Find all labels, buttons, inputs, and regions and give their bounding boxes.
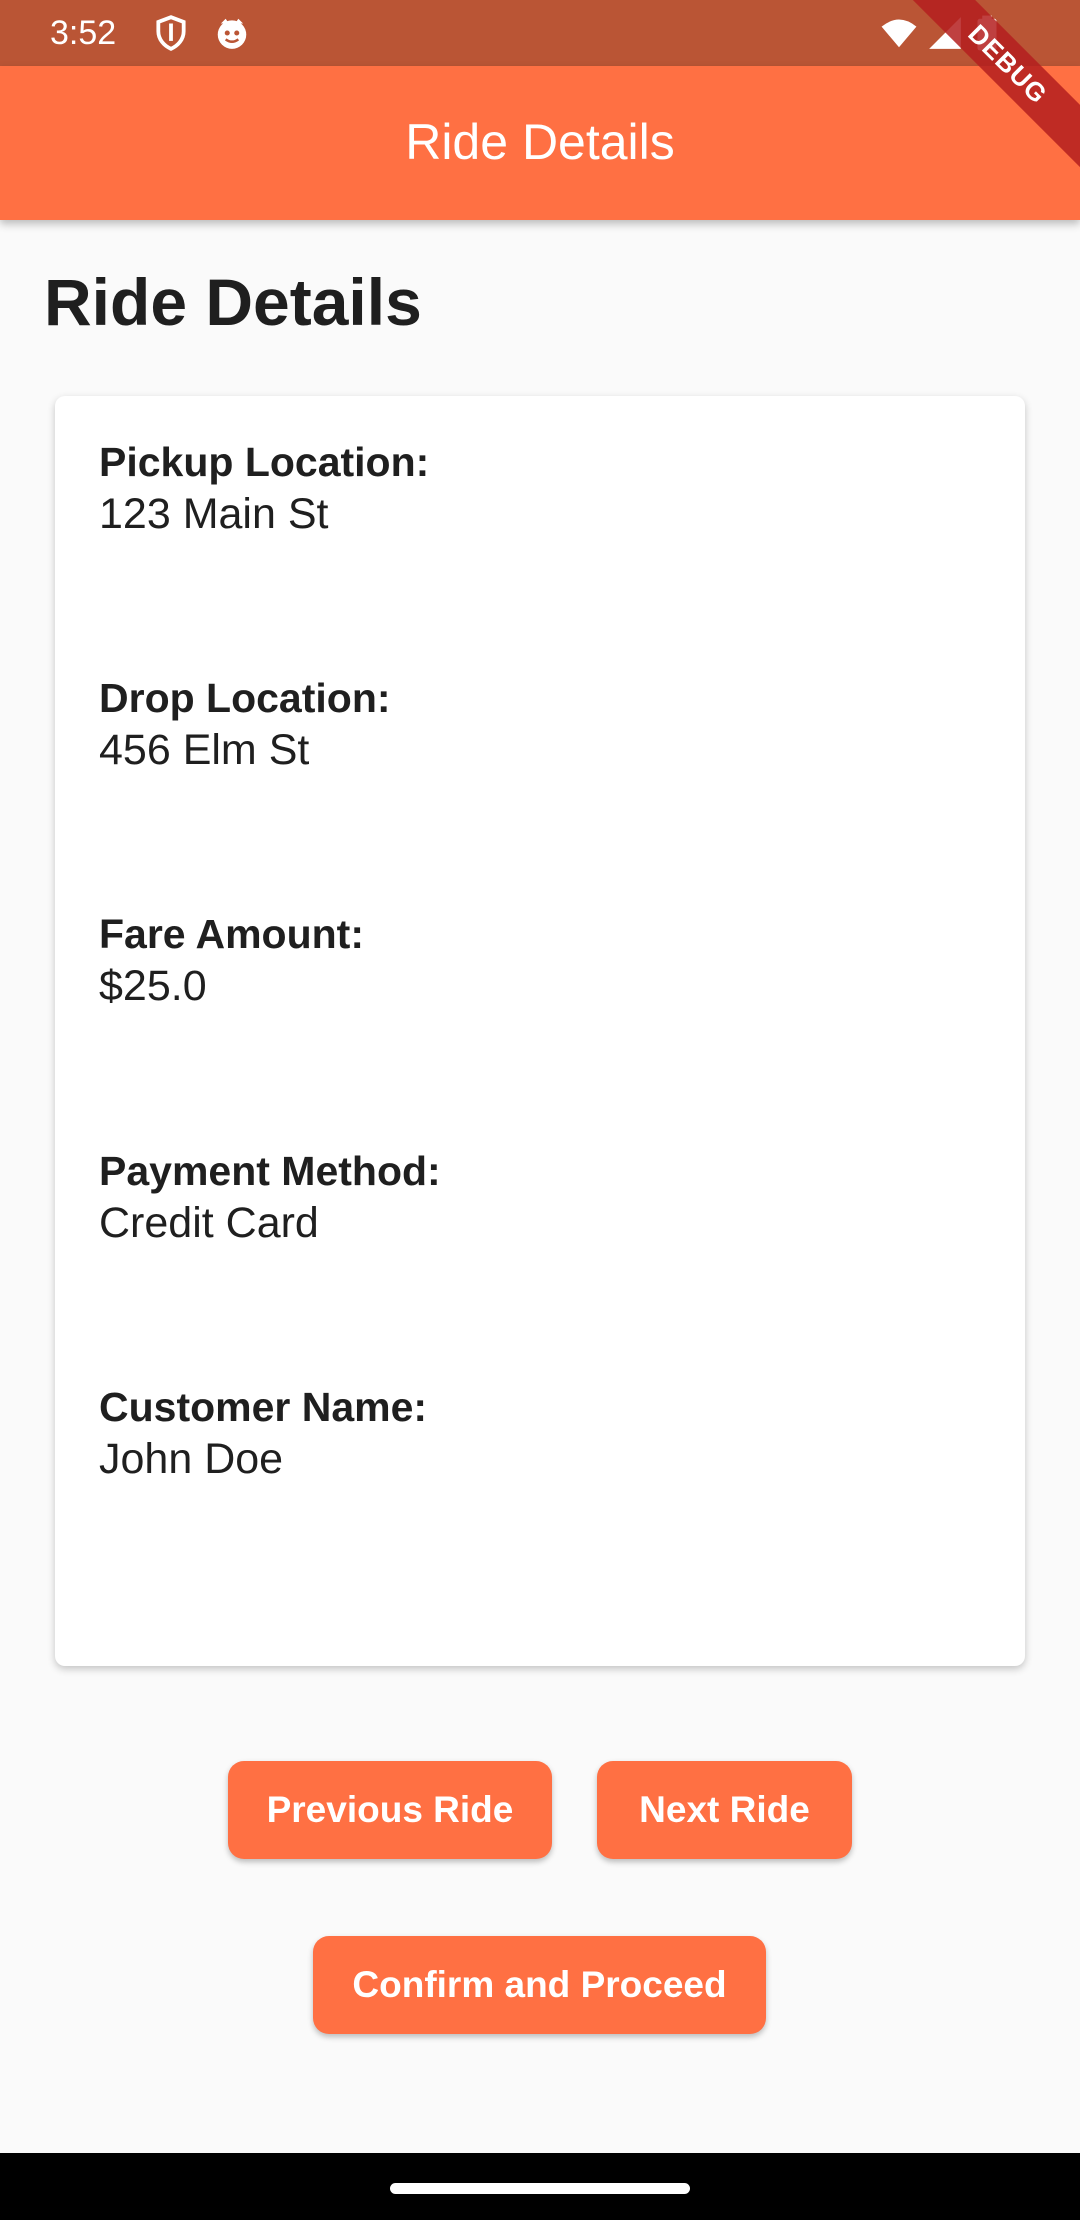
payment-method-label: Payment Method: — [99, 1148, 441, 1194]
app-bar-title: Ride Details — [405, 114, 675, 170]
previous-ride-button[interactable]: Previous Ride — [228, 1761, 552, 1859]
wifi-icon — [880, 14, 918, 52]
fare-amount-value: $25.0 — [99, 962, 207, 1010]
face-icon — [213, 14, 251, 52]
customer-name-label: Customer Name: — [99, 1384, 428, 1430]
app-bar: Ride Details — [0, 66, 1080, 220]
payment-method-field: Payment Method: Credit Card — [99, 1145, 441, 1249]
ride-details-card: Pickup Location: 123 Main St Drop Locati… — [55, 396, 1025, 1666]
system-navigation-bar — [0, 2153, 1080, 2220]
home-gesture-handle[interactable] — [390, 2183, 690, 2194]
ride-details-screen: 3:52 Ride Details DEBUG Ride Details Pic… — [0, 0, 1080, 2220]
next-ride-button[interactable]: Next Ride — [597, 1761, 852, 1859]
drop-location-label: Drop Location: — [99, 675, 391, 721]
status-bar: 3:52 — [0, 0, 1080, 66]
pickup-location-field: Pickup Location: 123 Main St — [99, 436, 429, 540]
fare-amount-field: Fare Amount: $25.0 — [99, 908, 364, 1012]
signal-icon — [926, 14, 964, 52]
page-title: Ride Details — [44, 265, 422, 339]
fare-amount-label: Fare Amount: — [99, 911, 364, 957]
pickup-location-value: 123 Main St — [99, 490, 329, 538]
drop-location-value: 456 Elm St — [99, 726, 310, 774]
status-time: 3:52 — [50, 14, 117, 52]
pickup-location-label: Pickup Location: — [99, 439, 430, 485]
payment-method-value: Credit Card — [99, 1199, 319, 1247]
confirm-and-proceed-button[interactable]: Confirm and Proceed — [313, 1936, 766, 2034]
battery-icon — [972, 14, 1002, 52]
customer-name-field: Customer Name: John Doe — [99, 1381, 427, 1485]
drop-location-field: Drop Location: 456 Elm St — [99, 672, 391, 776]
customer-name-value: John Doe — [99, 1435, 284, 1483]
shield-icon — [152, 14, 190, 52]
